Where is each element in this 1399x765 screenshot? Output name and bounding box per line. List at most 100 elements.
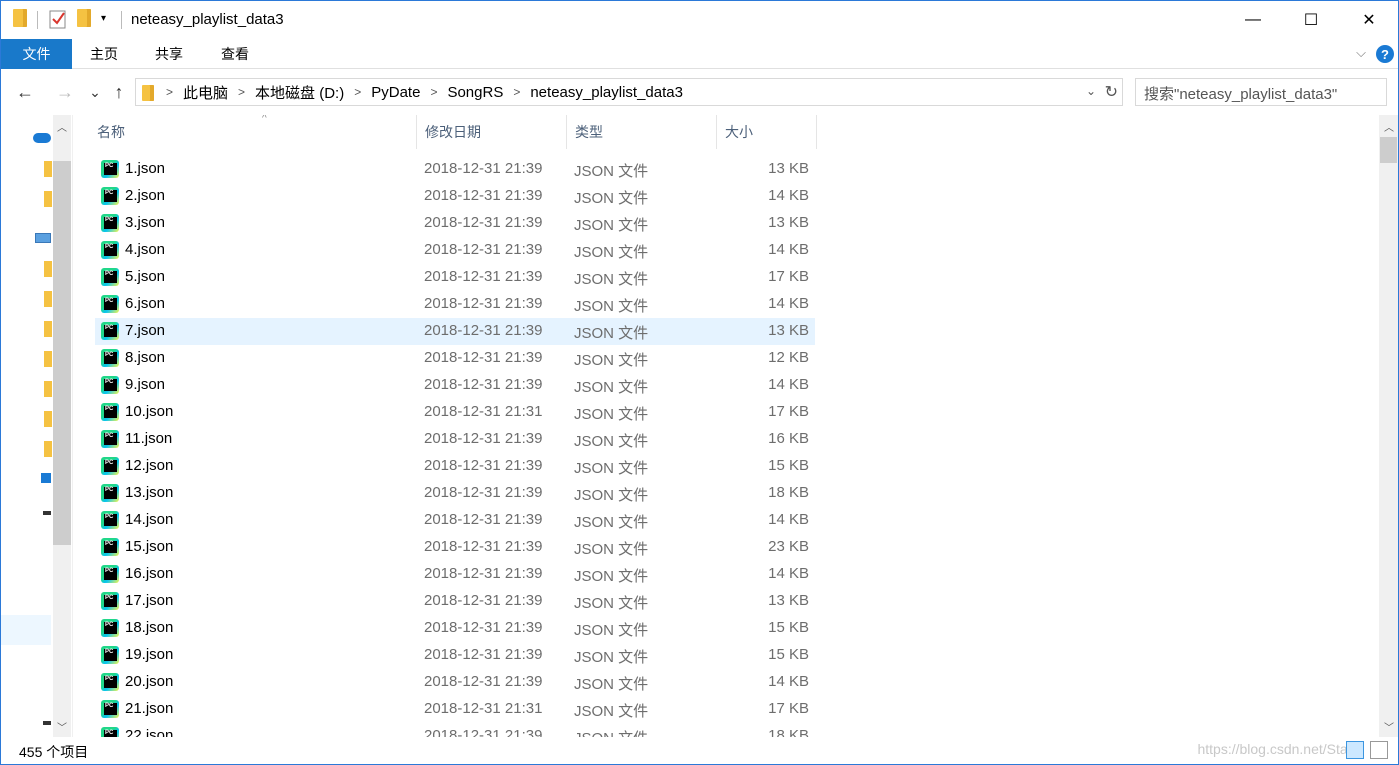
file-size: 15 KB [768, 457, 809, 474]
file-row[interactable]: 16.json 2018-12-31 21:39 JSON 文件 14 KB [95, 561, 815, 588]
ribbon-expand-icon[interactable]: ⌵ [1356, 45, 1366, 61]
file-row[interactable]: 18.json 2018-12-31 21:39 JSON 文件 15 KB [95, 615, 815, 642]
drive-icon[interactable] [43, 511, 51, 515]
breadcrumb-current-folder[interactable]: neteasy_playlist_data3 [530, 84, 683, 101]
close-button[interactable]: ✕ [1340, 1, 1398, 39]
pycharm-json-file-icon [101, 673, 119, 691]
file-rows: 1.json 2018-12-31 21:39 JSON 文件 13 KB 2.json… [95, 156, 815, 737]
tab-home[interactable]: 主页 [77, 39, 131, 69]
file-row[interactable]: 21.json 2018-12-31 21:31 JSON 文件 17 KB [95, 696, 815, 723]
this-pc-icon[interactable] [35, 233, 51, 243]
maximize-button[interactable]: ☐ [1282, 1, 1340, 39]
properties-icon[interactable] [49, 9, 67, 31]
file-size: 18 KB [768, 484, 809, 501]
up-button[interactable]: ↑ [107, 80, 131, 104]
scroll-down-icon[interactable]: ﹀ [1384, 719, 1394, 734]
file-row[interactable]: 20.json 2018-12-31 21:39 JSON 文件 14 KB [95, 669, 815, 696]
help-icon[interactable]: ? [1376, 45, 1394, 63]
tab-view[interactable]: 查看 [207, 39, 263, 69]
file-row[interactable]: 9.json 2018-12-31 21:39 JSON 文件 14 KB [95, 372, 815, 399]
file-row[interactable]: 1.json 2018-12-31 21:39 JSON 文件 13 KB [95, 156, 815, 183]
tab-share[interactable]: 共享 [141, 39, 197, 69]
file-list-scrollbar[interactable]: ︿ ﹀ [1379, 115, 1398, 737]
large-icons-view-button[interactable] [1370, 741, 1388, 759]
windows-drive-icon[interactable] [41, 473, 51, 483]
nav-pane-scrollbar[interactable]: ︿ ﹀ [53, 115, 71, 737]
folder-icon[interactable] [44, 321, 52, 337]
column-header-date[interactable]: 修改日期 [417, 115, 567, 149]
folder-icon[interactable] [44, 351, 52, 367]
nav-pane-scroll-thumb[interactable] [53, 161, 71, 545]
scroll-down-icon[interactable]: ﹀ [57, 719, 67, 734]
file-row[interactable]: 12.json 2018-12-31 21:39 JSON 文件 15 KB [95, 453, 815, 480]
tab-file[interactable]: 文件 [1, 39, 72, 69]
file-size: 14 KB [768, 295, 809, 312]
forward-button[interactable]: → [53, 80, 77, 104]
folder-icon[interactable] [44, 261, 52, 277]
crumb-separator[interactable]: > [513, 85, 520, 99]
file-row[interactable]: 11.json 2018-12-31 21:39 JSON 文件 16 KB [95, 426, 815, 453]
scroll-up-icon[interactable]: ︿ [57, 119, 67, 134]
file-row[interactable]: 13.json 2018-12-31 21:39 JSON 文件 18 KB [95, 480, 815, 507]
folder-icon[interactable] [44, 441, 52, 457]
breadcrumb-local-disk[interactable]: 本地磁盘 (D:) [255, 82, 344, 103]
file-row[interactable]: 3.json 2018-12-31 21:39 JSON 文件 13 KB [95, 210, 815, 237]
crumb-separator[interactable]: > [354, 85, 361, 99]
file-row[interactable]: 2.json 2018-12-31 21:39 JSON 文件 14 KB [95, 183, 815, 210]
file-size: 15 KB [768, 646, 809, 663]
file-row[interactable]: 15.json 2018-12-31 21:39 JSON 文件 23 KB [95, 534, 815, 561]
recent-locations-button[interactable]: ⌄ [83, 80, 107, 104]
onedrive-icon[interactable] [33, 133, 51, 143]
file-row[interactable]: 5.json 2018-12-31 21:39 JSON 文件 17 KB [95, 264, 815, 291]
file-row[interactable]: 7.json 2018-12-31 21:39 JSON 文件 13 KB [95, 318, 815, 345]
nav-selection [1, 615, 51, 645]
file-row[interactable]: 17.json 2018-12-31 21:39 JSON 文件 13 KB [95, 588, 815, 615]
file-modified-date: 2018-12-31 21:39 [424, 241, 543, 258]
file-name: 3.json [125, 214, 166, 231]
minimize-button[interactable]: — [1224, 1, 1282, 39]
pycharm-json-file-icon [101, 241, 119, 259]
crumb-separator[interactable]: > [238, 85, 245, 99]
folder-icon [13, 9, 27, 31]
file-type: JSON 文件 [574, 271, 649, 288]
file-row[interactable]: 19.json 2018-12-31 21:39 JSON 文件 15 KB [95, 642, 815, 669]
breadcrumb-pydate[interactable]: PyDate [371, 84, 420, 101]
file-type: JSON 文件 [574, 325, 649, 342]
breadcrumb-songrs[interactable]: SongRS [447, 84, 503, 101]
scroll-up-icon[interactable]: ︿ [1384, 119, 1394, 134]
watermark: https://blog.csdn.net/Starry [1197, 741, 1364, 757]
back-button[interactable]: ← [13, 80, 37, 104]
folder-icon[interactable] [44, 291, 52, 307]
address-bar[interactable]: > 此电脑 > 本地磁盘 (D:) > PyDate > SongRS > ne… [135, 78, 1123, 106]
breadcrumb-this-pc[interactable]: 此电脑 [183, 82, 228, 103]
column-header-type[interactable]: 类型 [567, 115, 717, 149]
file-name: 15.json [125, 538, 174, 555]
file-modified-date: 2018-12-31 21:39 [424, 322, 543, 339]
file-row[interactable]: 14.json 2018-12-31 21:39 JSON 文件 14 KB [95, 507, 815, 534]
folder-icon[interactable] [44, 161, 52, 177]
qat-dropdown-icon[interactable]: ▾ [101, 13, 106, 35]
file-size: 14 KB [768, 673, 809, 690]
crumb-separator[interactable]: > [430, 85, 437, 99]
drive-icon[interactable] [43, 721, 51, 725]
folder-icon[interactable] [44, 381, 52, 397]
file-row[interactable]: 8.json 2018-12-31 21:39 JSON 文件 12 KB [95, 345, 815, 372]
file-row[interactable]: 6.json 2018-12-31 21:39 JSON 文件 14 KB [95, 291, 815, 318]
file-name: 17.json [125, 592, 174, 609]
file-row[interactable]: 4.json 2018-12-31 21:39 JSON 文件 14 KB [95, 237, 815, 264]
details-view-button[interactable] [1346, 741, 1364, 759]
column-header-name[interactable]: 名称 ^ [89, 115, 417, 149]
column-header-size[interactable]: 大小 [717, 115, 817, 149]
file-modified-date: 2018-12-31 21:39 [424, 214, 543, 231]
file-list-scroll-thumb[interactable] [1380, 137, 1397, 163]
address-dropdown-icon[interactable]: ⌄ [1086, 84, 1096, 98]
refresh-icon[interactable]: ↻ [1105, 82, 1118, 102]
search-input[interactable]: 搜索"neteasy_playlist_data3" [1135, 78, 1387, 106]
file-type: JSON 文件 [574, 676, 649, 693]
new-folder-icon[interactable] [77, 9, 91, 31]
file-name: 18.json [125, 619, 174, 636]
file-row[interactable]: 10.json 2018-12-31 21:31 JSON 文件 17 KB [95, 399, 815, 426]
file-row[interactable]: 22.json 2018-12-31 21:39 JSON 文件 18 KB [95, 723, 815, 737]
folder-icon[interactable] [44, 411, 52, 427]
folder-icon[interactable] [44, 191, 52, 207]
